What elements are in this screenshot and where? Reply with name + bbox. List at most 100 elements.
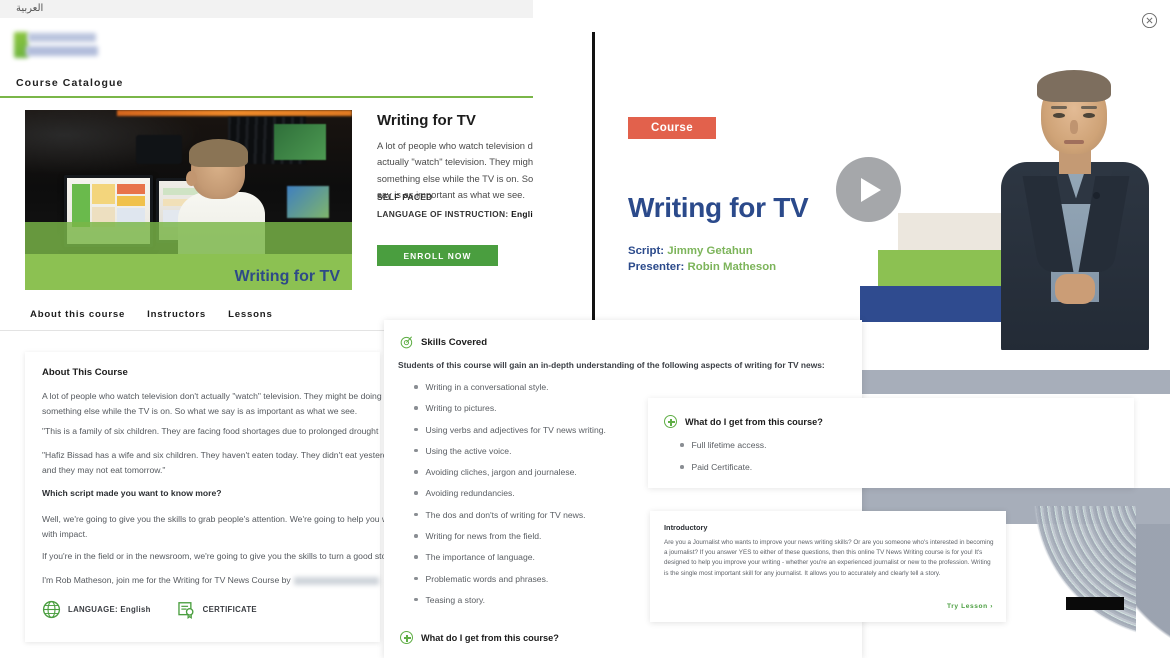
tab-instructors[interactable]: Instructors — [147, 309, 206, 320]
skill-label: Avoiding redundancies. — [425, 488, 515, 499]
bullet-icon — [414, 597, 418, 602]
introductory-body: Are you a Journalist who wants to improv… — [664, 539, 994, 577]
about-language-value: English — [120, 605, 151, 614]
skill-label: The importance of language. — [425, 552, 535, 563]
about-certificate-label: CERTIFICATE — [202, 605, 257, 614]
about-paragraph-3: "Hafiz Bissad has a wife and six childre… — [42, 450, 397, 476]
presenter-photo — [993, 50, 1157, 350]
skill-label: Writing to pictures. — [425, 403, 497, 414]
about-language-label: LANGUAGE: English — [68, 605, 151, 614]
list-item: Avoiding redundancies. — [414, 486, 744, 507]
about-paragraph-7-text: I'm Rob Matheson, join me for the Writin… — [42, 575, 291, 585]
skill-label: Teasing a story. — [425, 594, 486, 605]
bullet-icon — [414, 406, 418, 410]
what-do-i-get-accordion[interactable]: What do I get from this course? — [664, 415, 823, 428]
skills-header: Skills Covered — [400, 335, 487, 349]
tab-lessons[interactable]: Lessons — [228, 309, 273, 320]
logo-wordmark-line2 — [26, 46, 98, 56]
course-hero-image: Writing for TV — [25, 110, 352, 290]
header-divider — [0, 96, 533, 98]
newsroom-photo — [25, 110, 352, 290]
plus-circle-icon — [664, 415, 677, 428]
language-of-instruction-label: LANGUAGE OF INSTRUCTION: — [377, 209, 509, 219]
bullet-icon — [414, 555, 418, 559]
what-do-i-get-heading: What do I get from this course? — [685, 416, 823, 427]
skill-label: Using the active voice. — [425, 445, 512, 456]
about-paragraph-5: Well, we're going to give you the skills… — [42, 514, 401, 540]
skills-heading: Skills Covered — [421, 336, 488, 348]
skills-footer-question: What do I get from this course? — [421, 632, 559, 643]
screenshot-root: العربية Course Catalogue Writing for TV … — [0, 0, 1170, 658]
certificate-icon — [177, 602, 194, 619]
script-name: Jimmy Getahun — [667, 245, 753, 257]
about-this-course-card: About This Course A lot of people who wa… — [25, 352, 400, 642]
introductory-lesson-card: Introductory Are you a Journalist who wa… — [650, 511, 1006, 622]
skill-label: Writing in a conversational style. — [425, 382, 549, 392]
overlay-backdrop-strip-1 — [862, 370, 1170, 394]
about-heading: About This Course — [42, 367, 128, 378]
skill-label: Problematic words and phrases. — [425, 573, 549, 584]
video-credits: Script: Jimmy Getahun Presenter: Robin M… — [628, 244, 776, 275]
close-icon — [1141, 12, 1158, 29]
video-player[interactable]: Course Writing for TV Script: Jimmy Geta… — [592, 32, 1170, 350]
logo-wordmark-line1 — [28, 33, 96, 42]
about-paragraph-4: Which script made you want to know more? — [42, 488, 222, 498]
bullet-icon — [414, 470, 418, 474]
video-presenter-credit: Presenter: Robin Matheson — [628, 260, 776, 276]
bullet-icon — [414, 491, 418, 495]
about-paragraph-7: I'm Rob Matheson, join me for the Writin… — [42, 573, 402, 588]
about-meta-icons: LANGUAGE: English CERTIFICATE — [42, 600, 257, 619]
play-button[interactable] — [836, 157, 901, 222]
bullet-icon — [414, 385, 418, 389]
page-title: Course Catalogue — [16, 77, 124, 89]
self-paced-label: SELF PACED — [377, 192, 433, 202]
list-item: Paid Certificate. — [680, 460, 766, 482]
skill-label: Avoiding cliches, jargon and journalese. — [425, 467, 577, 478]
bullet-icon — [414, 534, 418, 538]
hero-image-caption: Writing for TV — [234, 268, 340, 285]
bullet-icon — [680, 443, 684, 447]
bullet-icon — [414, 576, 418, 581]
skills-intro: Students of this course will gain an in-… — [398, 360, 825, 370]
language-bar: العربية — [0, 0, 533, 18]
language-of-instruction: LANGUAGE OF INSTRUCTION: English — [377, 209, 543, 219]
about-language-item: LANGUAGE: English — [42, 600, 151, 619]
about-paragraph-1: A lot of people who watch television don… — [42, 391, 382, 417]
list-item: Full lifetime access. — [680, 438, 766, 460]
video-poster-frame: Course Writing for TV Script: Jimmy Geta… — [595, 32, 1170, 350]
course-badge: Course — [628, 117, 716, 139]
globe-icon — [42, 600, 61, 619]
skill-label: Writing for news from the field. — [425, 531, 542, 542]
enroll-now-button[interactable]: ENROLL NOW — [377, 245, 498, 266]
script-label: Script: — [628, 245, 665, 257]
close-overlay-button[interactable] — [1141, 12, 1158, 29]
bullet-icon — [414, 512, 418, 517]
presenter-label: Presenter: — [628, 260, 685, 273]
about-certificate-item: CERTIFICATE — [177, 600, 257, 619]
skills-footer-accordion[interactable]: What do I get from this course? — [400, 631, 559, 644]
try-lesson-link[interactable]: Try Lesson › — [947, 603, 993, 610]
tab-about-this-course[interactable]: About this course — [30, 309, 125, 320]
course-title: Writing for TV — [377, 112, 476, 129]
presenter-name: Robin Matheson — [687, 260, 777, 273]
plus-circle-icon — [400, 631, 413, 644]
render-artifact-arc — [1006, 506, 1136, 646]
site-logo[interactable] — [14, 28, 100, 62]
video-script-credit: Script: Jimmy Getahun — [628, 244, 776, 260]
introductory-title: Introductory — [664, 523, 708, 532]
video-overlay-panel: Course Writing for TV Script: Jimmy Geta… — [533, 0, 1170, 350]
about-paragraph-6: If you're in the field or in the newsroo… — [42, 551, 394, 561]
render-artifact-bar — [1066, 597, 1124, 610]
bullet-icon — [680, 465, 684, 469]
what-do-i-get-card: What do I get from this course? Full lif… — [648, 398, 1134, 488]
benefit-label: Full lifetime access. — [691, 440, 767, 450]
play-icon — [861, 177, 881, 202]
bullet-icon — [414, 448, 418, 453]
benefit-label: Paid Certificate. — [691, 462, 753, 472]
video-title: Writing for TV — [628, 192, 809, 223]
redacted-brand-name — [293, 576, 379, 585]
arabic-language-link[interactable]: العربية — [16, 3, 43, 14]
target-icon — [400, 336, 413, 349]
skill-label: Using verbs and adjectives for TV news w… — [425, 424, 606, 435]
skill-label: The dos and don'ts of writing for TV new… — [425, 509, 586, 520]
